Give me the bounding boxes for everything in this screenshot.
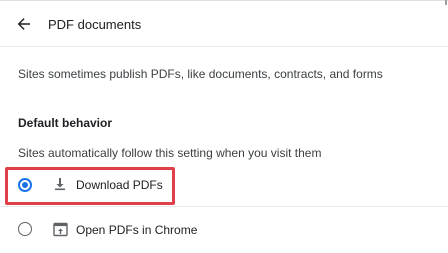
options-divider (0, 206, 448, 207)
page-description: Sites sometimes publish PDFs, like docum… (18, 67, 383, 81)
scrollbar-edge (445, 0, 447, 5)
option-open-pdfs-in-chrome[interactable]: Open PDFs in Chrome (0, 211, 448, 247)
page-title: PDF documents (48, 17, 142, 32)
open-in-new-icon (52, 221, 68, 237)
arrow-left-icon (17, 18, 30, 30)
top-border (0, 0, 448, 1)
download-pdfs-radio[interactable] (18, 178, 32, 192)
download-pdfs-label: Download PDFs (76, 178, 163, 192)
option-download-pdfs[interactable]: Download PDFs (0, 167, 448, 203)
open-pdfs-label: Open PDFs in Chrome (76, 223, 198, 237)
default-behavior-heading: Default behavior (18, 116, 113, 130)
download-icon (52, 176, 68, 192)
pdf-documents-settings-page: PDF documents Sites sometimes publish PD… (0, 0, 448, 253)
back-button[interactable] (12, 12, 36, 36)
header-divider (0, 46, 448, 47)
default-behavior-subtext: Sites automatically follow this setting … (18, 146, 322, 160)
open-pdfs-radio[interactable] (18, 222, 32, 236)
page-header: PDF documents (0, 6, 448, 44)
